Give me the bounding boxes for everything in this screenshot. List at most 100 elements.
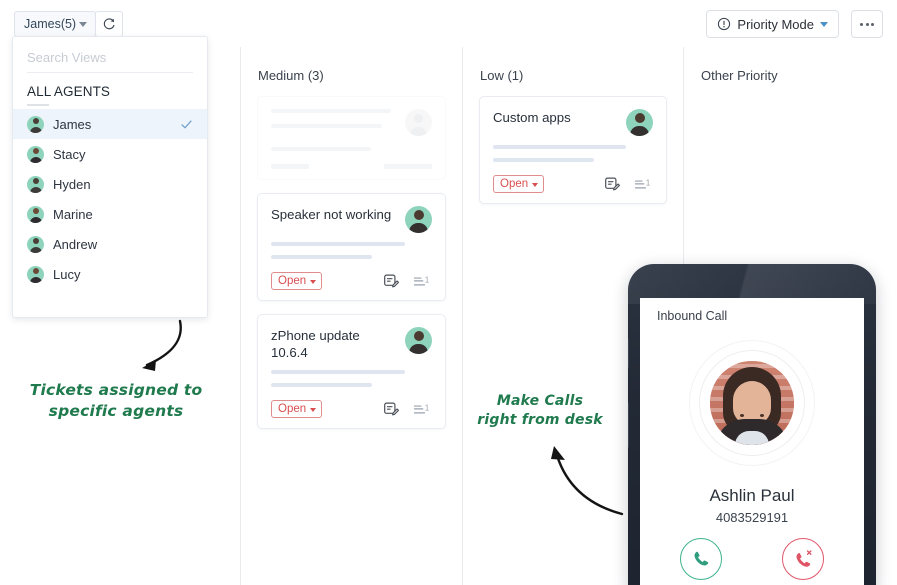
- avatar: [27, 235, 44, 253]
- card-top: [271, 109, 432, 136]
- column-medium: Medium (3) Speaker not working Open 1 zP…: [241, 47, 462, 585]
- card-footer: Open 1: [271, 400, 432, 418]
- avatar: [27, 265, 44, 283]
- avatar: [27, 175, 44, 193]
- thread-count-button[interactable]: 1: [413, 402, 432, 417]
- avatar: [27, 145, 44, 163]
- more-options-button[interactable]: [851, 10, 883, 38]
- status-badge-label: Open: [500, 178, 529, 190]
- view-selector-label: James(5): [24, 17, 77, 31]
- status-badge[interactable]: Open: [271, 272, 323, 290]
- chevron-down-icon: [820, 22, 828, 27]
- column-title: Medium (3): [258, 68, 324, 83]
- ticket-card[interactable]: Speaker not working Open 1: [257, 193, 446, 301]
- decline-call-button[interactable]: Decline: [782, 538, 824, 585]
- decline-button-circle: [782, 538, 824, 580]
- card-top: Custom apps: [493, 109, 653, 136]
- ticket-preview-line: [493, 158, 594, 162]
- views-agent-item-andrew[interactable]: Andrew: [13, 229, 207, 259]
- ticket-preview-line: [271, 383, 373, 387]
- annotation-arrow-calls: [551, 446, 624, 516]
- avatar: [405, 327, 432, 354]
- annotation-line-2: specific agents: [48, 401, 184, 420]
- views-agent-item-stacy[interactable]: Stacy: [13, 139, 207, 169]
- thread-count-value: 1: [425, 403, 430, 412]
- card-top: zPhone update 10.6.4: [271, 327, 432, 361]
- thread-count-value: 1: [425, 275, 430, 284]
- caller-number: 4083529191: [715, 510, 789, 525]
- ticket-preview-line: [271, 255, 373, 259]
- exclamation-circle-icon: [718, 17, 731, 31]
- search-views-wrapper: [13, 37, 207, 73]
- inbound-call-label: Inbound Call: [657, 309, 728, 323]
- ticket-title: Speaker not working: [271, 207, 392, 222]
- annotation-line-2: right from desk: [477, 411, 603, 428]
- card-footer: Open 1: [493, 175, 653, 193]
- call-action-buttons: Answer Decline: [640, 538, 864, 585]
- ticket-title: Custom apps: [493, 110, 571, 125]
- agent-name: Andrew: [53, 236, 98, 252]
- views-agent-item-james[interactable]: James: [13, 109, 207, 139]
- agent-name: Hyden: [53, 176, 91, 192]
- annotation-tickets-note: Tickets assigned to specific agents: [16, 380, 216, 422]
- thread-count-icon: 1: [413, 275, 430, 285]
- chevron-down-icon: [310, 407, 317, 412]
- column-cards: Speaker not working Open 1 zPhone update…: [241, 83, 462, 429]
- agent-name: Lucy: [53, 266, 81, 282]
- chevron-down-icon: [532, 182, 539, 187]
- app-root: James(5) Priority Mode Search Views ALL …: [0, 0, 897, 585]
- annotation-line-1: Tickets assigned to: [29, 381, 203, 399]
- phone-screen: Inbound Call Ashlin Paul 4083529191: [640, 298, 864, 585]
- views-agent-item-lucy[interactable]: Lucy: [13, 259, 207, 289]
- views-agent-item-marine[interactable]: Marine: [13, 199, 207, 229]
- note-edit-icon: [384, 402, 400, 415]
- status-badge[interactable]: Open: [493, 175, 545, 193]
- note-edit-icon: [384, 274, 400, 287]
- answer-call-button[interactable]: Answer: [680, 538, 722, 585]
- card-footer: Open 1: [271, 272, 432, 290]
- search-views-input[interactable]: [27, 50, 193, 73]
- column-cards: Custom apps Open 1: [463, 83, 683, 204]
- phone-mockup: Inbound Call Ashlin Paul 4083529191: [628, 264, 876, 585]
- annotation-calls-note: Make Calls right from desk: [460, 392, 620, 430]
- priority-mode-button[interactable]: Priority Mode: [706, 10, 839, 38]
- caller-name: Ashlin Paul: [709, 486, 795, 505]
- ticket-title: zPhone update 10.6.4: [271, 328, 360, 360]
- phone-side-button: [628, 338, 629, 368]
- avatar-placeholder: [405, 109, 432, 136]
- refresh-button[interactable]: [95, 11, 123, 37]
- thread-count-button[interactable]: 1: [634, 177, 653, 192]
- note-edit-button[interactable]: [383, 273, 400, 290]
- status-badge[interactable]: Open: [271, 400, 323, 418]
- view-selector-button[interactable]: James(5): [14, 11, 97, 37]
- column-title: Other Priority: [701, 68, 778, 83]
- views-agent-item-hyden[interactable]: Hyden: [13, 169, 207, 199]
- priority-mode-label: Priority Mode: [737, 16, 814, 32]
- card-action-icons: 1: [604, 176, 653, 193]
- check-icon: [181, 119, 192, 128]
- card-action-icons: 1: [383, 401, 432, 418]
- ellipsis-icon: [860, 22, 863, 26]
- ellipsis-icon: [871, 22, 874, 26]
- ticket-preview-line: [271, 242, 405, 246]
- views-dropdown-panel: ALL AGENTS James Stacy Hyden Marine Andr…: [12, 36, 208, 318]
- caller-avatar: [710, 361, 794, 445]
- caller-avatar-rings: [689, 340, 815, 466]
- status-badge-placeholder: [271, 164, 309, 169]
- thread-count-icon: 1: [413, 403, 430, 413]
- phone-decline-icon: [796, 550, 812, 567]
- note-edit-button[interactable]: [383, 401, 400, 418]
- ticket-card[interactable]: Custom apps Open 1: [479, 96, 667, 204]
- ticket-preview-line: [493, 145, 626, 149]
- note-edit-button[interactable]: [604, 176, 621, 193]
- thread-count-button[interactable]: 1: [413, 274, 432, 289]
- answer-button-circle: [680, 538, 722, 580]
- ticket-card[interactable]: zPhone update 10.6.4 Open 1: [257, 314, 446, 429]
- group-underline: [27, 104, 49, 106]
- avatar: [626, 109, 653, 136]
- chevron-down-icon: [79, 22, 88, 27]
- annotation-arrow-tickets: [142, 319, 182, 371]
- column-title: Low (1): [480, 68, 524, 83]
- caller-avatar-eye: [740, 414, 744, 417]
- avatar: [27, 115, 44, 133]
